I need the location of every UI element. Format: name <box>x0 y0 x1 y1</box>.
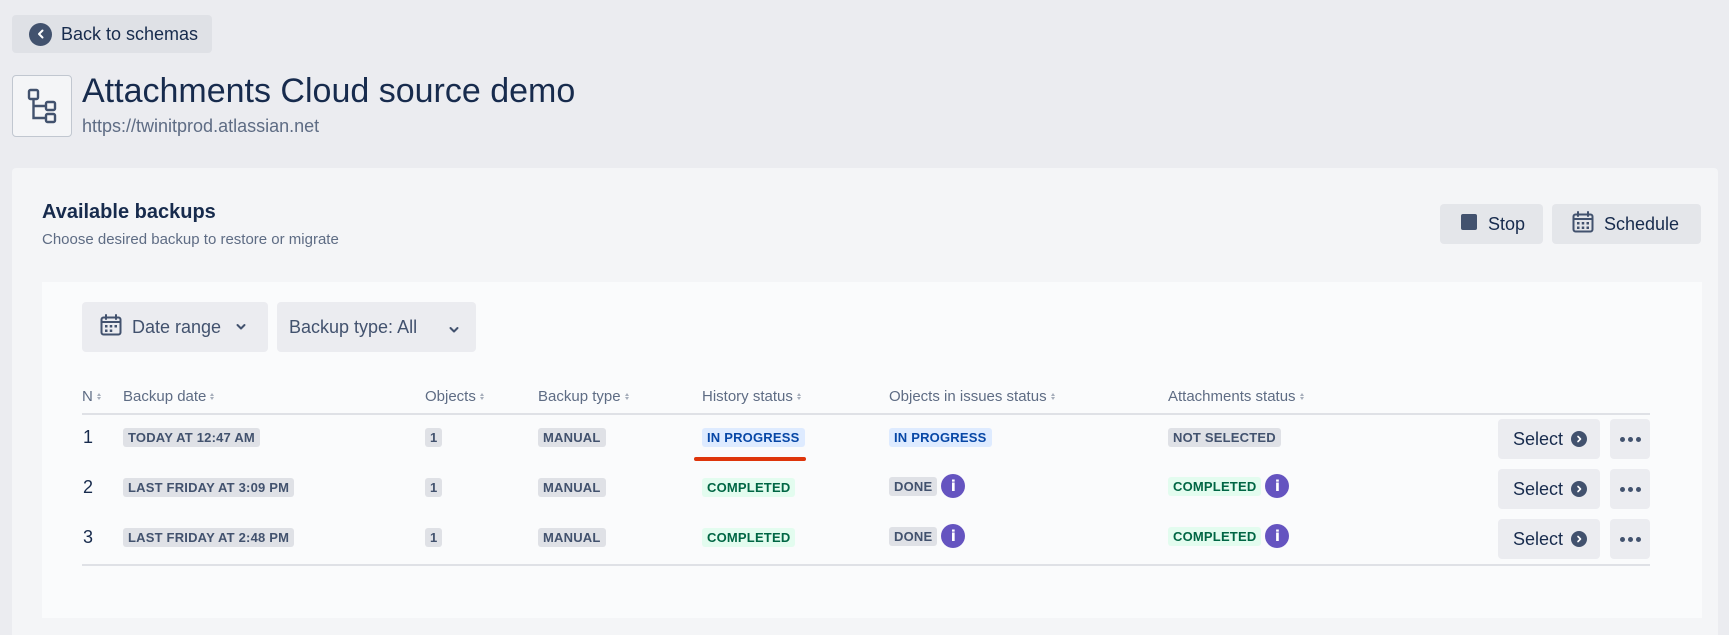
more-actions-button[interactable] <box>1610 469 1650 509</box>
backups-table-panel: Date range Backup type: All N Backup dat… <box>42 282 1702 618</box>
sort-icon <box>96 393 101 400</box>
column-header-n[interactable]: N <box>82 388 101 405</box>
info-icon[interactable]: i <box>941 474 966 498</box>
select-button[interactable]: Select <box>1498 419 1600 459</box>
info-icon[interactable]: i <box>941 524 966 548</box>
chevron-right-icon <box>1571 481 1588 497</box>
stop-button[interactable]: Stop <box>1440 204 1543 244</box>
objects-count-lozenge: 1 <box>425 528 443 547</box>
issues-status-lozenge: DONE <box>889 476 938 496</box>
chevron-left-icon <box>29 22 52 46</box>
attachments-status-lozenge: NOT SELECTED <box>1168 428 1281 447</box>
history-status-lozenge: IN PROGRESS <box>702 428 805 447</box>
date-range-filter[interactable]: Date range <box>82 302 268 352</box>
card-title: Available backups <box>42 201 216 223</box>
table-header-divider <box>82 413 1650 415</box>
chevron-down-icon <box>235 321 247 333</box>
column-header-attachments-status[interactable]: Attachments status <box>1168 388 1304 405</box>
select-button[interactable]: Select <box>1498 519 1600 559</box>
more-actions-button[interactable] <box>1610 519 1650 559</box>
schema-tree-icon <box>12 75 72 137</box>
backup-date-lozenge: LAST FRIDAY AT 2:48 PM <box>123 528 295 547</box>
column-header-objects-issues-status[interactable]: Objects in issues status <box>889 388 1055 405</box>
backups-card: Available backups Choose desired backup … <box>12 168 1718 635</box>
sort-icon <box>210 393 215 400</box>
backup-type-lozenge: MANUAL <box>538 478 606 497</box>
select-button[interactable]: Select <box>1498 469 1600 509</box>
sort-icon <box>479 393 484 400</box>
sort-icon <box>1050 393 1055 400</box>
backup-date-lozenge: LAST FRIDAY AT 3:09 PM <box>123 478 295 497</box>
objects-count-lozenge: 1 <box>425 478 443 497</box>
issues-status-lozenge: DONE <box>889 526 938 546</box>
stop-icon <box>1460 213 1478 236</box>
backup-type-label: Backup type: All <box>289 316 418 337</box>
site-url: https://twinitprod.atlassian.net <box>82 116 320 136</box>
back-to-schemas-button[interactable]: Back to schemas <box>12 15 213 53</box>
attachments-status-lozenge: COMPLETED <box>1168 526 1262 546</box>
calendar-icon <box>100 313 122 341</box>
sort-icon <box>624 393 629 400</box>
chevron-down-icon <box>448 320 460 341</box>
column-header-backup-date[interactable]: Backup date <box>123 388 215 405</box>
page-title: Attachments Cloud source demo <box>82 72 576 110</box>
backup-type-filter[interactable]: Backup type: All <box>277 302 476 352</box>
issues-status-lozenge: IN PROGRESS <box>889 428 992 447</box>
sort-icon <box>796 393 801 400</box>
chevron-right-icon <box>1571 431 1588 447</box>
row-number: 3 <box>83 527 94 547</box>
more-actions-button[interactable] <box>1610 419 1650 459</box>
schedule-button[interactable]: Schedule <box>1552 204 1701 244</box>
schedule-label: Schedule <box>1604 213 1680 234</box>
chevron-right-icon <box>1571 531 1588 547</box>
back-label: Back to schemas <box>61 23 199 44</box>
red-underline-annotation <box>694 457 806 461</box>
column-header-history-status[interactable]: History status <box>702 388 801 405</box>
row-number: 2 <box>83 477 94 497</box>
attachments-status-lozenge: COMPLETED <box>1168 476 1262 496</box>
card-subtitle: Choose desired backup to restore or migr… <box>42 231 339 248</box>
stop-label: Stop <box>1488 213 1526 234</box>
table-footer-divider <box>82 564 1650 566</box>
select-label: Select <box>1513 478 1564 499</box>
sort-icon <box>1299 393 1304 400</box>
column-header-objects[interactable]: Objects <box>425 388 484 405</box>
info-icon[interactable]: i <box>1265 524 1290 548</box>
select-label: Select <box>1513 528 1564 549</box>
backup-type-lozenge: MANUAL <box>538 528 606 547</box>
history-status-lozenge: COMPLETED <box>702 528 796 547</box>
calendar-icon <box>1572 210 1594 238</box>
backup-type-lozenge: MANUAL <box>538 428 606 447</box>
select-label: Select <box>1513 428 1564 449</box>
date-range-label: Date range <box>132 316 222 337</box>
objects-count-lozenge: 1 <box>425 428 443 447</box>
row-number: 1 <box>83 427 94 447</box>
backup-date-lozenge: TODAY AT 12:47 AM <box>123 428 260 447</box>
column-header-backup-type[interactable]: Backup type <box>538 388 629 405</box>
info-icon[interactable]: i <box>1265 474 1290 498</box>
history-status-lozenge: COMPLETED <box>702 478 796 497</box>
